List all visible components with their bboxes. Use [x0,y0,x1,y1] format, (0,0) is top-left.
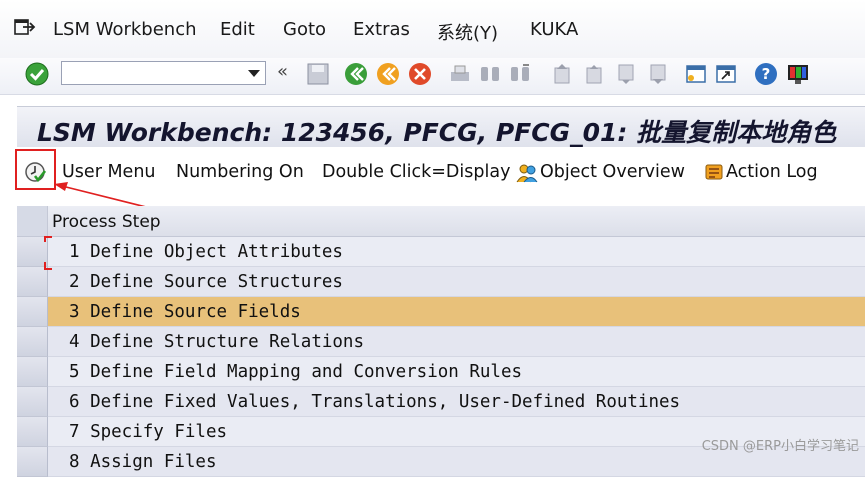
title-bar: LSM Workbench: 123456, PFCG, PFCG_01: 批量… [17,106,865,147]
row-text: 2 Define Source Structures [69,272,343,292]
row-text: 5 Define Field Mapping and Conversion Ru… [69,362,523,382]
enter-check-icon[interactable] [25,62,49,86]
menu-goto[interactable]: Goto [283,19,326,40]
table-row[interactable]: 2 Define Source Structures [17,267,865,297]
page-title: LSM Workbench: 123456, PFCG, PFCG_01: 批量… [37,118,837,147]
row-text: 1 Define Object Attributes [69,242,343,262]
row-selector[interactable] [17,327,48,357]
find-next-icon[interactable] [508,62,532,86]
annotation-corner-mark [44,268,52,270]
row-selector[interactable] [17,267,48,297]
row-text: 3 Define Source Fields [69,302,301,322]
table-row[interactable]: 6 Define Fixed Values, Translations, Use… [17,387,865,417]
command-field[interactable] [61,61,266,85]
column-header-process-step[interactable]: Process Step [52,212,161,232]
collapse-icon[interactable]: « [277,61,295,85]
generate-shortcut-icon[interactable] [714,62,738,86]
row-text: 4 Define Structure Relations [69,332,365,352]
row-selector[interactable] [17,417,48,447]
previous-page-icon[interactable] [582,62,606,86]
exit-icon[interactable] [376,62,400,86]
last-page-icon[interactable] [646,62,670,86]
select-all-cell[interactable] [17,206,48,236]
menu-lsm-workbench[interactable]: LSM Workbench [53,19,197,40]
help-icon[interactable]: ? [754,62,778,86]
table-row-selected[interactable]: 3 Define Source Fields [17,297,865,327]
customize-layout-icon[interactable] [786,62,810,86]
cancel-icon[interactable] [408,62,432,86]
first-page-icon[interactable] [550,62,574,86]
command-dropdown-icon[interactable] [248,70,260,77]
menu-edit[interactable]: Edit [220,19,255,40]
menu-bar: LSM Workbench Edit Goto Extras 系统(Y) KUK… [0,0,865,58]
row-text: 8 Assign Files [69,452,217,472]
object-overview-icon[interactable] [516,161,538,183]
row-selector[interactable] [17,387,48,417]
row-text: 6 Define Fixed Values, Translations, Use… [69,392,681,412]
menu-extras[interactable]: Extras [353,19,410,40]
save-icon[interactable] [306,62,330,86]
row-selector[interactable] [17,297,48,327]
double-click-display-button[interactable]: Double Click=Display [322,162,510,182]
table-row[interactable]: 5 Define Field Mapping and Conversion Ru… [17,357,865,387]
action-log-button[interactable]: Action Log [726,162,818,182]
table-header: Process Step [17,206,865,237]
process-step-table: Process Step 1 Define Object Attributes … [17,206,865,477]
print-icon[interactable] [448,62,472,86]
object-overview-button[interactable]: Object Overview [540,162,685,182]
menu-exit-icon[interactable] [14,17,36,37]
table-row[interactable]: 4 Define Structure Relations [17,327,865,357]
create-session-icon[interactable] [684,62,708,86]
row-text: 7 Specify Files [69,422,228,442]
standard-toolbar: « ? [0,58,865,95]
row-selector[interactable] [17,357,48,387]
find-icon[interactable] [478,62,502,86]
action-log-icon[interactable] [703,161,725,183]
next-page-icon[interactable] [614,62,638,86]
watermark: CSDN @ERP小白学习笔记 [701,439,859,454]
table-row[interactable]: 1 Define Object Attributes [17,237,865,267]
menu-kuka[interactable]: KUKA [530,19,578,40]
spacer [0,95,865,105]
svg-text:?: ? [762,65,771,83]
row-selector[interactable] [17,447,48,477]
menu-system[interactable]: 系统(Y) [437,19,498,45]
annotation-corner-mark [44,236,46,242]
back-icon[interactable] [344,62,368,86]
